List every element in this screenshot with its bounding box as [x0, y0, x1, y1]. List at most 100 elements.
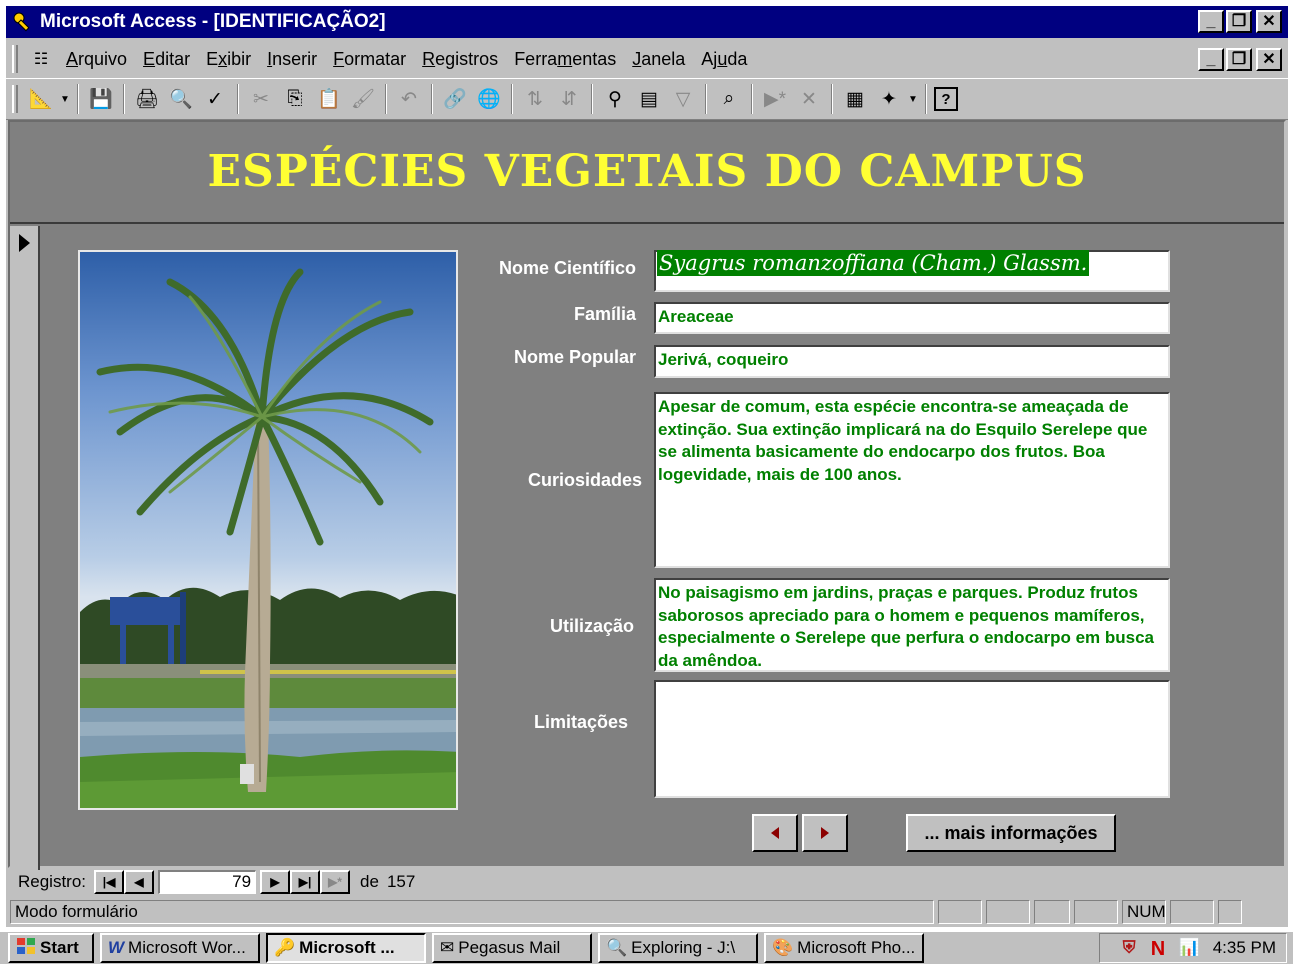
- save-icon[interactable]: 💾: [86, 84, 116, 114]
- apply-filter-icon[interactable]: ▽: [668, 84, 698, 114]
- record-label: Registro:: [18, 872, 87, 891]
- window-title: Microsoft Access - [IDENTIFICAÇÃO2]: [40, 11, 386, 32]
- new-record-icon[interactable]: ▶*: [760, 84, 790, 114]
- close-icon: ✕: [1262, 12, 1276, 30]
- label-utilizacao: Utilização: [549, 616, 634, 636]
- task-microsoft-word[interactable]: W Microsoft Wor...: [100, 933, 260, 963]
- sort-ascending-icon[interactable]: ⇅: [520, 84, 550, 114]
- restore-icon: ❐: [1231, 12, 1247, 30]
- selected-text: Syagrus romanzoffiana (Cham.) Glassm.: [657, 250, 1090, 276]
- task-pegasus-mail[interactable]: ✉ Pegasus Mail: [432, 933, 592, 963]
- menu-editar[interactable]: Editar: [135, 49, 198, 70]
- task-microsoft-access[interactable]: 🔑 Microsoft ...: [266, 933, 426, 963]
- arrow-left-icon: [771, 827, 779, 839]
- nome-popular-field[interactable]: Jerivá, coqueiro: [654, 345, 1170, 378]
- menu-ajuda[interactable]: Ajuda: [693, 49, 755, 70]
- title-bar[interactable]: Microsoft Access - [IDENTIFICAÇÃO2] _ ❐ …: [6, 6, 1288, 38]
- previous-record-button[interactable]: [752, 814, 798, 852]
- new-record-nav-button[interactable]: ▶*: [320, 870, 351, 894]
- antivirus-shield-icon[interactable]: ⛨: [1123, 938, 1143, 958]
- access-key-icon: [12, 11, 34, 33]
- curiosidades-field[interactable]: Apesar de comum, esta espécie encontra-s…: [654, 392, 1170, 568]
- clock: 4:35 PM: [1212, 938, 1276, 957]
- filter-by-selection-icon[interactable]: ⚲: [600, 84, 630, 114]
- restore-button[interactable]: ❐: [1226, 10, 1252, 33]
- prev-record-button[interactable]: ◀: [124, 870, 155, 894]
- chevron-down-icon[interactable]: ▼: [906, 84, 920, 114]
- photo-editor-icon: 🎨: [772, 938, 794, 957]
- utilizacao-field[interactable]: No paisagismo em jardins, praças e parqu…: [654, 578, 1170, 672]
- close-button[interactable]: ✕: [1256, 10, 1282, 33]
- sort-descending-icon[interactable]: ⇵: [554, 84, 584, 114]
- menu-arquivo[interactable]: Arquivo: [58, 49, 135, 70]
- toolbar-grip[interactable]: [12, 85, 18, 113]
- access-window: Microsoft Access - [IDENTIFICAÇÃO2] _ ❐ …: [6, 6, 1288, 927]
- start-label: Start: [40, 938, 79, 957]
- find-icon[interactable]: ⌕: [714, 84, 744, 114]
- record-number-input[interactable]: 79: [158, 870, 257, 894]
- task-microsoft-photo[interactable]: 🎨 Microsoft Pho...: [764, 933, 924, 963]
- new-object-icon[interactable]: ✦: [874, 84, 904, 114]
- menu-janela[interactable]: Janela: [624, 49, 693, 70]
- next-record-nav-button[interactable]: ▶: [260, 870, 291, 894]
- menu-exibir[interactable]: Exibir: [198, 49, 259, 70]
- print-preview-icon[interactable]: 🔍: [166, 84, 196, 114]
- nome-cientifico-field[interactable]: Syagrus romanzoffiana (Cham.) Glassm.: [654, 250, 1170, 292]
- minimize-button[interactable]: _: [1198, 10, 1224, 33]
- norton-icon[interactable]: N: [1151, 938, 1171, 960]
- delete-record-icon[interactable]: ✕: [794, 84, 824, 114]
- num-lock-indicator: NUM: [1122, 900, 1166, 924]
- task-exploring[interactable]: 🔍 Exploring - J:\: [598, 933, 758, 963]
- start-button[interactable]: Start: [8, 933, 94, 963]
- insert-hyperlink-icon[interactable]: 🔗: [440, 84, 470, 114]
- menu-formatar[interactable]: Formatar: [325, 49, 414, 70]
- child-close-button[interactable]: ✕: [1256, 48, 1282, 71]
- print-icon[interactable]: 🖨: [132, 84, 162, 114]
- chart-tray-icon[interactable]: 📊: [1179, 938, 1200, 958]
- record-of-label: de: [360, 872, 379, 891]
- properties-icon[interactable]: ▦: [840, 84, 870, 114]
- species-photo: [78, 250, 458, 810]
- chevron-down-icon[interactable]: ▼: [58, 84, 72, 114]
- familia-field[interactable]: Areaceae: [654, 302, 1170, 334]
- design-view-icon[interactable]: 📐: [26, 84, 56, 114]
- paste-icon[interactable]: 📋: [314, 84, 344, 114]
- format-painter-icon[interactable]: 🖌: [348, 84, 378, 114]
- menu-inserir[interactable]: Inserir: [259, 49, 325, 70]
- first-record-button[interactable]: |◀: [94, 870, 125, 894]
- label-nome-popular: Nome Popular: [513, 347, 636, 367]
- label-familia: Família: [573, 304, 636, 324]
- more-info-button[interactable]: ... mais informações: [906, 814, 1116, 852]
- next-record-icon: ▶: [270, 875, 280, 889]
- form-header: ESPÉCIES VEGETAIS DO CAMPUS: [10, 122, 1284, 224]
- menu-bar: ☷ Arquivo Editar Exibir Inserir Formatar…: [6, 42, 1288, 76]
- form-control-menu-icon[interactable]: ☷: [26, 44, 56, 74]
- record-total: 157: [386, 872, 416, 891]
- first-record-icon: |◀: [102, 875, 116, 889]
- next-record-button[interactable]: [802, 814, 848, 852]
- system-tray: ⛨ N 📊 4:35 PM: [1099, 933, 1287, 963]
- last-record-button[interactable]: ▶|: [290, 870, 321, 894]
- menu-ferramentas[interactable]: Ferramentas: [506, 49, 624, 70]
- cut-icon[interactable]: ✂: [246, 84, 276, 114]
- windows-logo-icon: [16, 937, 36, 960]
- page-title: ESPÉCIES VEGETAIS DO CAMPUS: [207, 146, 1087, 197]
- limitacoes-field[interactable]: [654, 680, 1170, 798]
- record-selector[interactable]: [10, 226, 40, 870]
- status-mode: Modo formulário: [10, 900, 934, 924]
- undo-icon[interactable]: ↶: [394, 84, 424, 114]
- child-restore-button[interactable]: ❐: [1226, 48, 1252, 71]
- menu-registros[interactable]: Registros: [414, 49, 506, 70]
- web-toolbar-icon[interactable]: 🌐: [474, 84, 504, 114]
- arrow-right-icon: [821, 827, 829, 839]
- copy-icon[interactable]: ⎘: [280, 84, 310, 114]
- child-minimize-button[interactable]: _: [1198, 48, 1224, 71]
- spelling-icon[interactable]: ✓: [200, 84, 230, 114]
- help-icon[interactable]: ?: [934, 87, 958, 111]
- filter-by-form-icon[interactable]: ▤: [634, 84, 664, 114]
- label-curiosidades: Curiosidades: [527, 470, 642, 490]
- word-icon: W: [108, 938, 125, 957]
- pegasus-icon: ✉: [440, 938, 455, 957]
- menu-grip[interactable]: [12, 45, 18, 73]
- form-view-toolbar: 📐 ▼ 💾 🖨 🔍 ✓ ✂ ⎘ 📋 🖌 ↶ 🔗 🌐 ⇅ ⇵ ⚲ ▤ ▽ ⌕ ▶*…: [6, 78, 1288, 120]
